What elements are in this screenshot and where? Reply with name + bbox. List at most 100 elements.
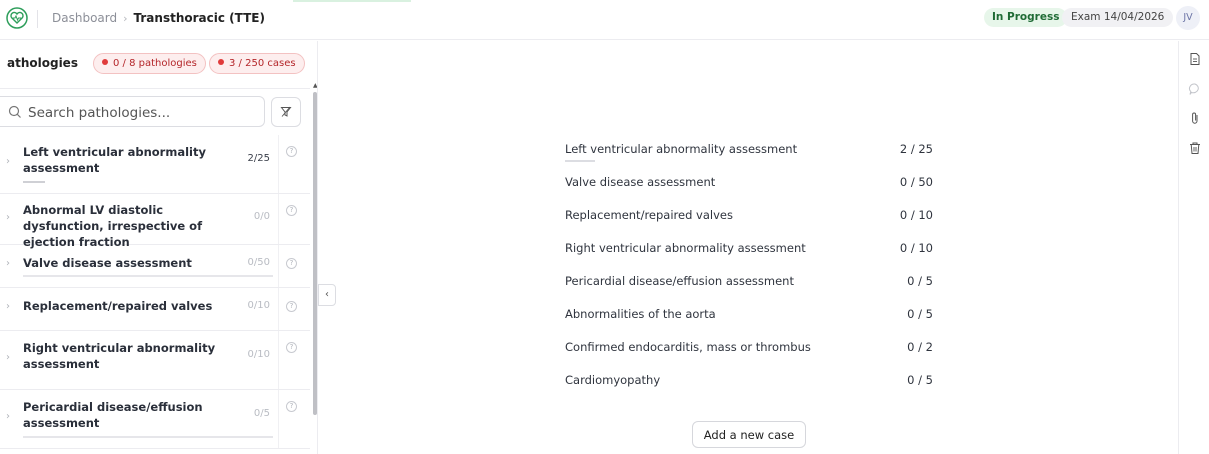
comment-icon[interactable] [1188,82,1202,96]
panel-title: athologies [7,56,78,70]
summary-value: 0 / 10 [899,241,933,255]
pathology-row[interactable]: › Left ventricular abnormality assessmen… [0,135,310,194]
pathology-count: 2/25 [247,153,270,164]
document-icon[interactable] [1188,52,1202,66]
row-divider [278,390,279,448]
right-rail [1178,41,1209,454]
pathologies-count-text: 0 / 8 pathologies [113,58,197,69]
summary-row: Confirmed endocarditis, mass or thrombus… [565,330,933,363]
pathology-label: Pericardial disease/effusion assessment [23,400,203,430]
pathology-count: 0/50 [247,257,270,268]
summary-row: Abnormalities of the aorta 0 / 5 [565,297,933,330]
search-row [0,96,310,128]
info-icon[interactable]: ? [286,401,297,412]
summary-row: Pericardial disease/effusion assessment … [565,264,933,297]
summary-name: Valve disease assessment [565,175,716,189]
paperclip-icon[interactable] [1188,111,1202,125]
summary-value: 0 / 2 [907,340,933,354]
summary-row: Replacement/repaired valves 0 / 10 [565,198,933,231]
summary-row: Cardiomyopathy 0 / 5 [565,363,933,396]
pathology-label: Left ventricular abnormality assessment [23,145,206,175]
breadcrumb: Dashboard › Transthoracic (TTE) [52,11,265,25]
summary-progress [565,160,595,162]
scrollbar-thumb[interactable] [313,92,317,415]
progress-bar [23,275,273,277]
search-box [0,96,265,127]
pathology-count: 0/10 [247,349,270,360]
cases-count-badge: 3 / 250 cases [209,53,305,74]
pathology-count: 0/10 [247,300,270,311]
breadcrumb-chevron-icon: › [123,11,128,25]
pathology-list: › Left ventricular abnormality assessmen… [0,135,310,449]
pathology-row[interactable]: › Replacement/repaired valves 0/10 ? [0,288,310,331]
breadcrumb-dashboard-link[interactable]: Dashboard [52,11,117,25]
pathology-label: Valve disease assessment [23,256,192,270]
scroll-up-arrow-icon[interactable]: ▲ [313,82,317,89]
chevron-right-icon[interactable]: › [6,301,10,312]
pathology-row[interactable]: › Pericardial disease/effusion assessmen… [0,390,310,449]
cases-count-text: 3 / 250 cases [229,58,296,69]
pathology-label: Abnormal LV diastolic dysfunction, irres… [23,203,203,249]
row-divider [278,245,279,287]
pathologies-panel: athologies 0 / 8 pathologies 3 / 250 cas… [0,41,318,454]
pathology-row[interactable]: › Abnormal LV diastolic dysfunction, irr… [0,194,310,249]
header-divider [37,10,38,28]
add-new-case-button[interactable]: Add a new case [692,421,806,448]
summary-name: Left ventricular abnormality assessment [565,142,798,156]
summary-name: Cardiomyopathy [565,373,661,387]
avatar[interactable]: JV [1176,6,1200,30]
info-icon[interactable]: ? [286,258,297,269]
row-divider [278,135,279,193]
chevron-right-icon[interactable]: › [6,352,10,363]
panel-header: athologies 0 / 8 pathologies 3 / 250 cas… [0,41,310,89]
exam-date-badge: Exam 14/04/2026 [1062,8,1174,27]
summary-value: 0 / 50 [899,175,933,189]
row-divider [278,331,279,389]
breadcrumb-current: Transthoracic (TTE) [133,11,265,25]
summary-name: Abnormalities of the aorta [565,307,716,321]
summary-row: Left ventricular abnormality assessment … [565,132,933,165]
summary-value: 0 / 5 [907,274,933,288]
summary-row: Valve disease assessment 0 / 50 [565,165,933,198]
filter-button[interactable] [271,97,301,127]
chevron-right-icon[interactable]: › [6,258,10,269]
chevron-right-icon[interactable]: › [6,212,10,223]
info-icon[interactable]: ? [286,205,297,216]
summary-name: Confirmed endocarditis, mass or thrombus [565,340,811,354]
trash-icon[interactable] [1188,141,1202,155]
summary-value: 0 / 5 [907,373,933,387]
pathology-label: Right ventricular abnormality assessment [23,341,216,371]
pathologies-count-badge: 0 / 8 pathologies [93,53,206,74]
collapse-panel-button[interactable]: ‹ [318,284,336,306]
pathology-row[interactable]: › Valve disease assessment 0/50 ? [0,245,310,288]
row-divider [278,194,279,244]
red-dot-icon [218,59,224,65]
top-accent-line [293,0,411,2]
info-icon[interactable]: ? [286,301,297,312]
pathology-summary: Left ventricular abnormality assessment … [565,132,933,396]
summary-value: 0 / 10 [899,208,933,222]
progress-bar [23,436,273,438]
top-bar: Dashboard › Transthoracic (TTE) In Progr… [0,0,1209,40]
pathology-label: Replacement/repaired valves [23,299,213,313]
summary-value: 2 / 25 [899,142,933,156]
red-dot-icon [102,59,108,65]
search-input[interactable] [28,103,258,123]
search-icon [8,105,21,118]
heart-logo-icon[interactable] [6,7,28,29]
progress-bar [23,181,45,183]
chevron-right-icon[interactable]: › [6,156,10,167]
pathology-row[interactable]: › Right ventricular abnormality assessme… [0,331,310,390]
status-badge: In Progress [984,8,1068,27]
chevron-right-icon[interactable]: › [6,411,10,422]
pathology-count: 0/5 [253,408,270,419]
summary-name: Pericardial disease/effusion assessment [565,274,794,288]
filter-icon [280,106,292,117]
info-icon[interactable]: ? [286,146,297,157]
info-icon[interactable]: ? [286,342,297,353]
summary-row: Right ventricular abnormality assessment… [565,231,933,264]
summary-name: Replacement/repaired valves [565,208,733,222]
row-divider [278,288,279,330]
summary-name: Right ventricular abnormality assessment [565,241,806,255]
pathology-count: 0/0 [253,211,270,222]
